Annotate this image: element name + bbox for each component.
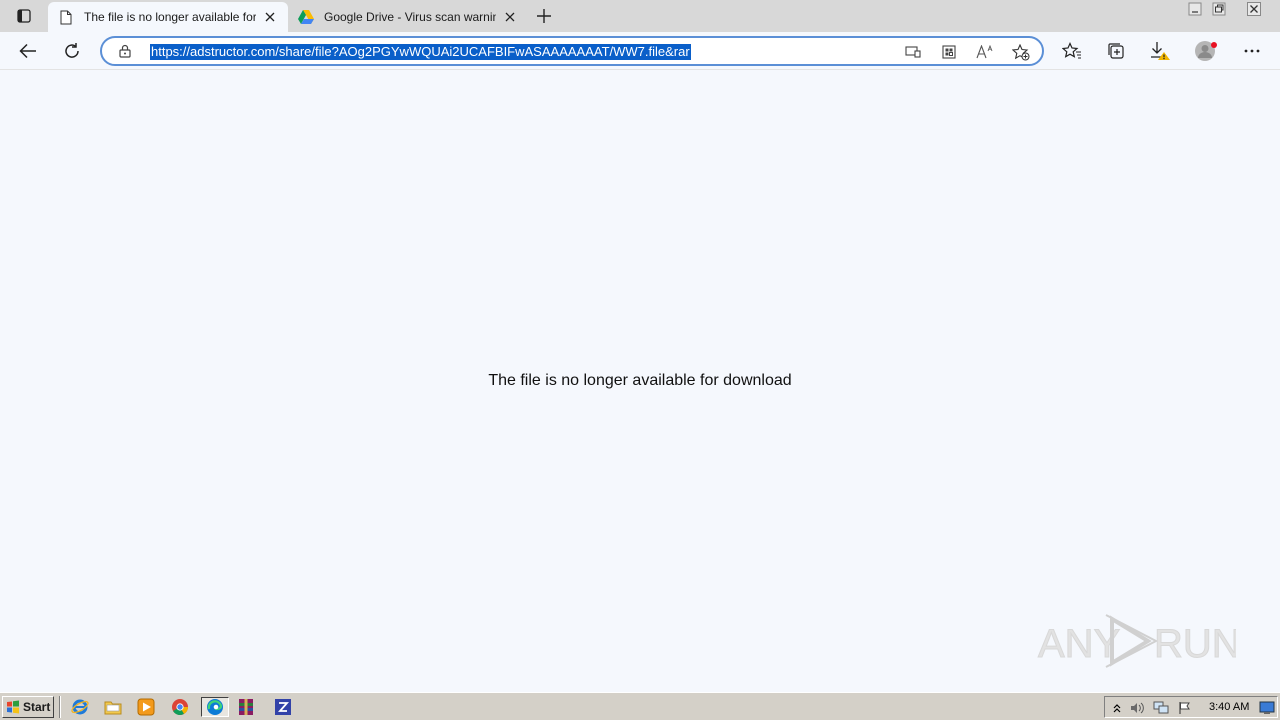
volume-icon[interactable] [1129,700,1145,716]
close-icon [1247,2,1261,16]
downloads-button[interactable] [1146,37,1174,65]
close-tab-icon[interactable] [502,9,518,25]
restore-button[interactable] [1208,0,1230,18]
ellipsis-icon [1244,49,1260,53]
download-icon [1151,42,1170,60]
toolbar: https://adstructor.com/share/file?AOg2PG… [0,32,1280,70]
close-tab-icon[interactable] [262,9,278,25]
google-drive-icon [298,9,314,25]
url-text[interactable]: https://adstructor.com/share/file?AOg2PG… [150,44,691,60]
refresh-button[interactable] [58,37,86,65]
back-button[interactable] [14,37,42,65]
start-button[interactable]: Start [2,696,54,718]
svg-text:RUN: RUN [1154,622,1236,666]
restore-icon [1212,2,1226,16]
minimize-icon [1188,2,1202,16]
tab-actions-icon [17,9,31,23]
tab-strip: The file is no longer available for Goog… [0,0,1280,32]
add-favorite-icon[interactable] [1010,42,1032,62]
media-player-icon[interactable] [135,697,157,717]
minimize-button[interactable] [1184,0,1206,18]
more-options-button[interactable] [1238,37,1266,65]
arrow-left-icon [19,43,36,59]
taskbar-separator [59,696,61,718]
plus-icon [537,9,551,23]
document-icon [58,9,74,25]
clock[interactable]: 3:40 AM [1209,701,1249,713]
ie-icon[interactable] [69,697,91,717]
network-icon[interactable] [1153,700,1169,716]
read-aloud-icon[interactable] [974,42,996,62]
favorites-button[interactable] [1058,37,1086,65]
tab-active[interactable]: The file is no longer available for [48,2,288,32]
windows-logo-icon [7,700,19,714]
anyrun-watermark-logo: ANY RUN [1038,614,1236,668]
tab-title: Google Drive - Virus scan warning [324,10,496,24]
app-icon[interactable] [269,697,297,717]
chrome-icon[interactable] [169,697,191,717]
favorites-icon [1062,42,1081,59]
unavailable-message: The file is no longer available for down… [488,372,792,389]
start-label: Start [23,700,51,714]
browser-window: The file is no longer available for Goog… [0,0,1280,692]
tab-actions-button[interactable] [8,4,40,28]
avatar [1195,41,1217,61]
collections-button[interactable] [1102,37,1130,65]
action-center-flag-icon[interactable] [1177,700,1193,716]
collections-icon [1108,43,1124,59]
show-hidden-icons-icon[interactable] [1109,700,1125,716]
new-tab-button[interactable] [533,5,555,27]
page-content: The file is no longer available for down… [0,71,1280,692]
apps-icon[interactable] [938,42,960,62]
profile-button[interactable] [1192,37,1220,65]
svg-text:ANY: ANY [1038,622,1120,666]
winrar-icon[interactable] [235,697,257,717]
cast-icon[interactable] [902,42,924,62]
tab-inactive[interactable]: Google Drive - Virus scan warning [288,2,528,32]
close-window-button[interactable] [1236,0,1272,18]
show-desktop-icon[interactable] [1259,700,1275,716]
folder-icon[interactable] [102,697,124,717]
tab-title: The file is no longer available for [84,10,256,24]
address-bar[interactable]: https://adstructor.com/share/file?AOg2PG… [100,36,1044,66]
taskbar: Start 3:40 AM [0,692,1280,720]
system-tray: 3:40 AM [1104,696,1278,718]
edge-icon[interactable] [201,697,229,717]
lock-icon[interactable] [118,44,132,58]
refresh-icon [65,43,79,58]
